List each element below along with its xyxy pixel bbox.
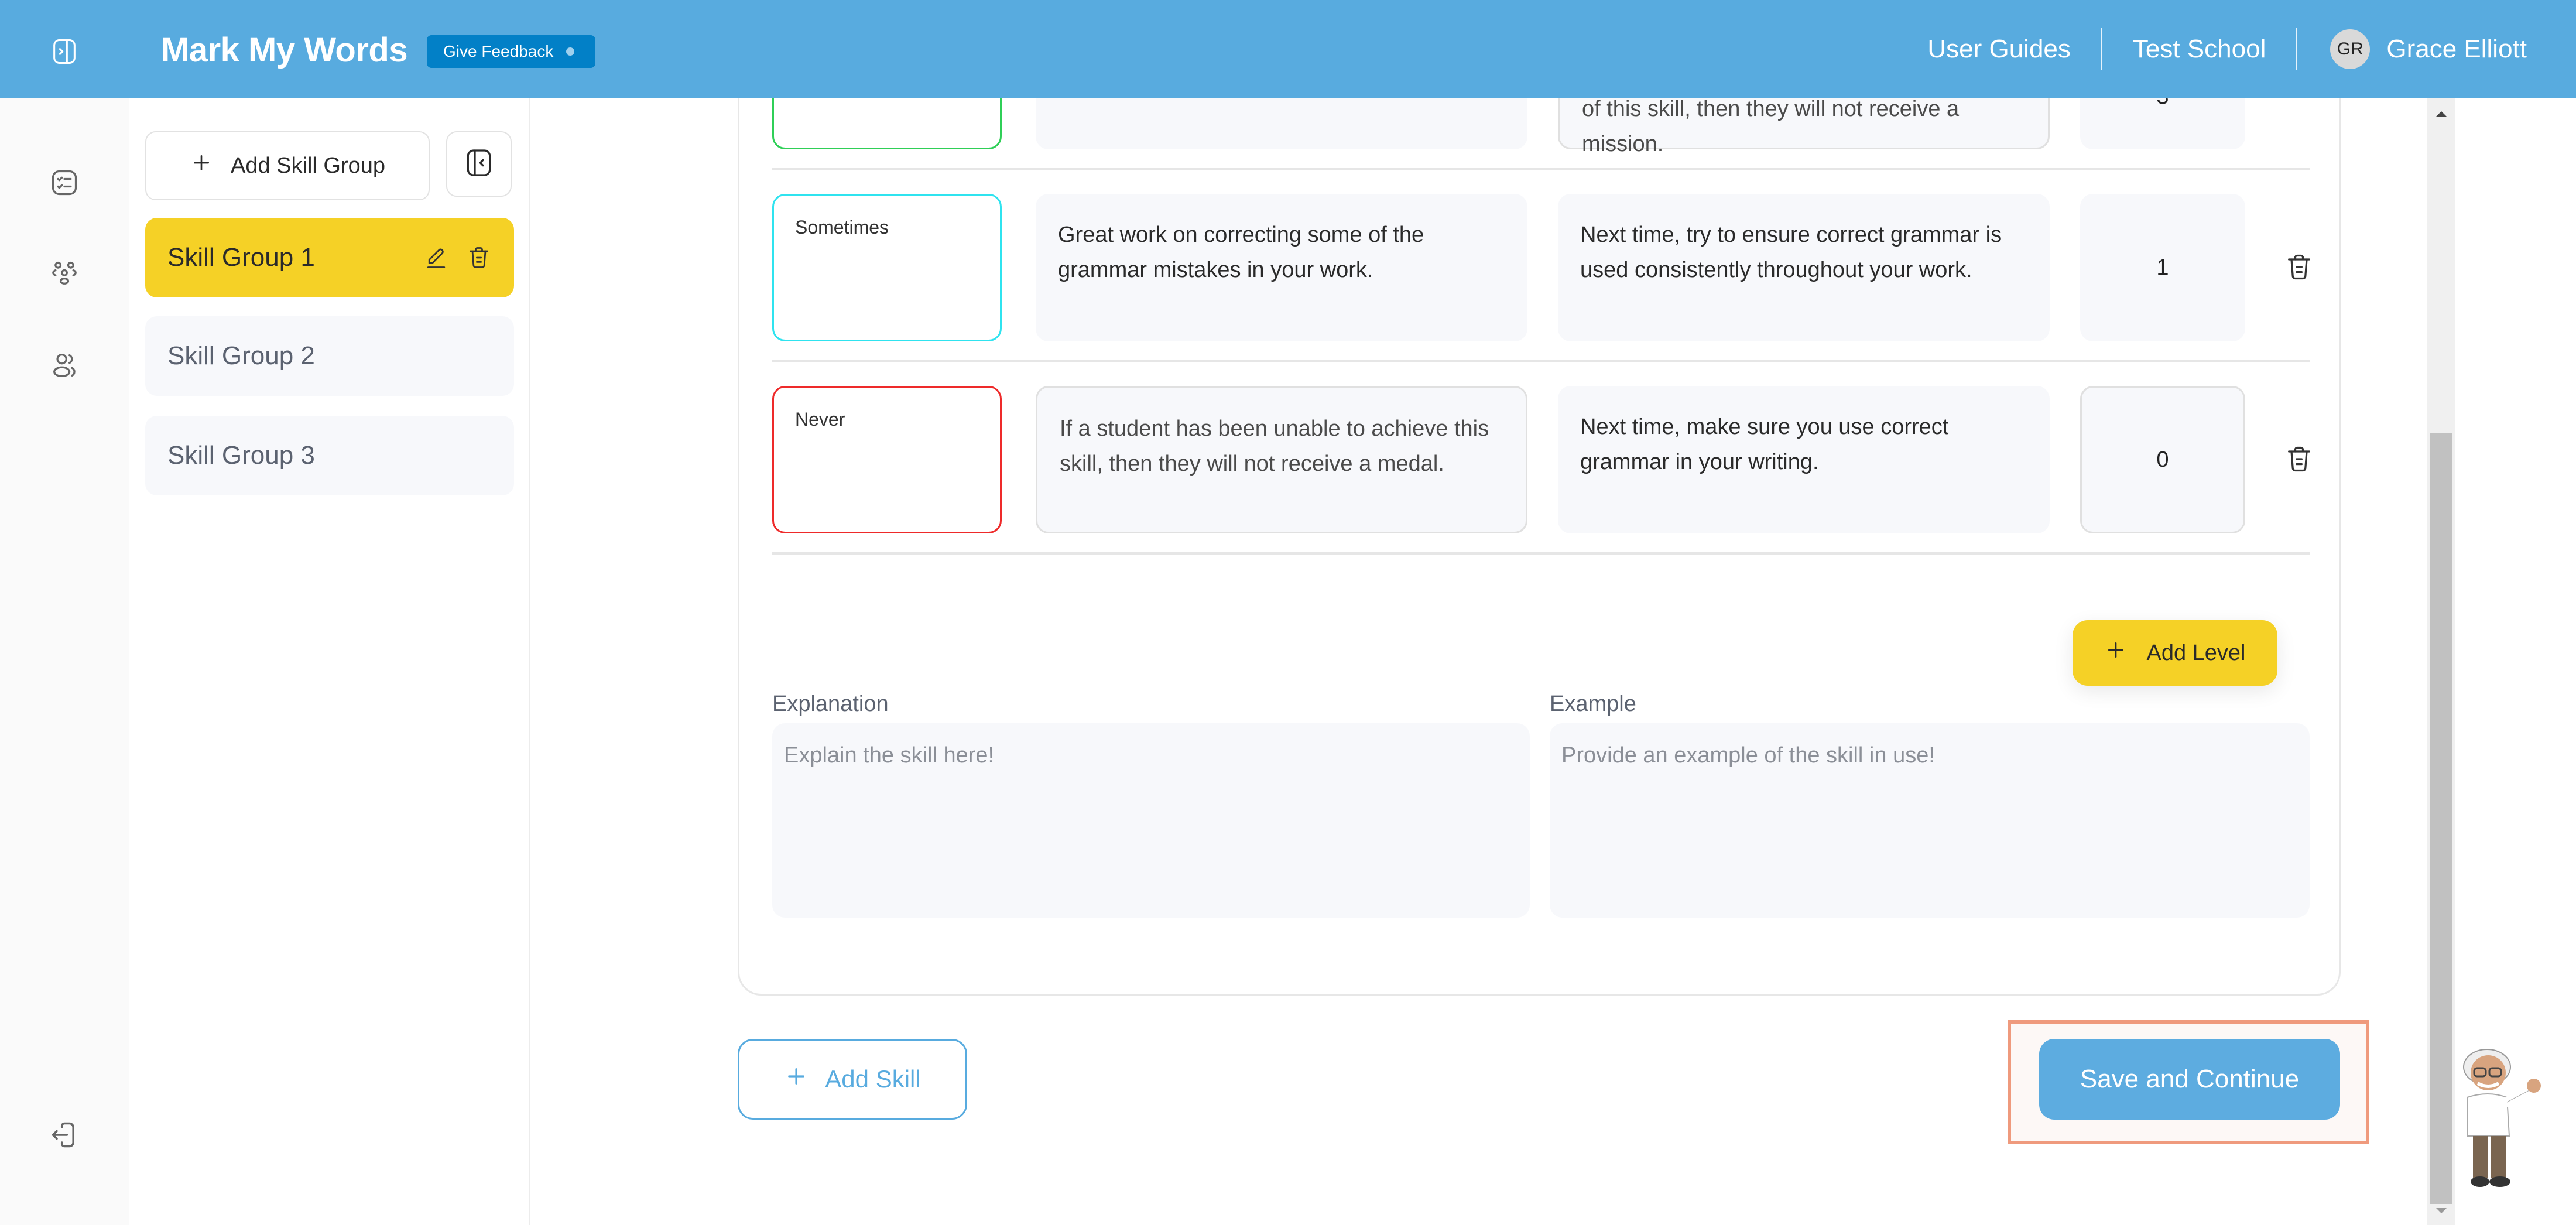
give-feedback-button[interactable]: Give Feedback — [427, 35, 596, 68]
user-name: Grace Elliott — [2386, 35, 2527, 63]
plus-icon — [784, 1064, 809, 1094]
skill-group-label: Skill Group 2 — [167, 341, 315, 370]
level-name-input[interactable] — [772, 98, 1002, 149]
plus-icon — [190, 151, 213, 180]
next-steps-text: of this skill, then they will not receiv… — [1582, 98, 1960, 156]
next-steps-input[interactable]: Next time, try to ensure correct grammar… — [1558, 194, 2050, 341]
level-row: Never If a student has been unable to ac… — [772, 362, 2310, 555]
add-skill-group-label: Add Skill Group — [230, 153, 385, 178]
checklist-icon[interactable] — [49, 167, 80, 198]
points-input[interactable]: 1 — [2080, 194, 2245, 341]
main-content: of this skill, then they will not receiv… — [532, 98, 2427, 1225]
mascot-helper-icon[interactable] — [2441, 1037, 2553, 1195]
user-guides-link[interactable]: User Guides — [1897, 35, 2101, 64]
points-input[interactable]: 0 — [2080, 386, 2245, 533]
add-skill-group-button[interactable]: Add Skill Group — [145, 131, 430, 200]
collapse-panel-button[interactable] — [446, 131, 512, 197]
status-dot-icon — [566, 47, 575, 56]
skill-group-item[interactable]: Skill Group 1 — [145, 218, 514, 297]
explanation-textarea[interactable]: Explain the skill here! — [772, 723, 1530, 918]
skill-card: of this skill, then they will not receiv… — [738, 98, 2341, 996]
plus-icon — [2104, 638, 2128, 668]
edit-icon[interactable] — [424, 245, 450, 271]
icon-rail — [0, 98, 129, 1225]
skill-group-label: Skill Group 1 — [167, 243, 315, 272]
skill-group-item[interactable]: Skill Group 3 — [145, 416, 514, 495]
next-steps-input[interactable]: of this skill, then they will not receiv… — [1558, 98, 2050, 156]
add-level-button[interactable]: Add Level — [2073, 620, 2277, 686]
example-textarea[interactable]: Provide an example of the skill in use! — [1550, 723, 2310, 918]
collapse-panel-icon — [463, 146, 495, 182]
explanation-placeholder: Explain the skill here! — [784, 743, 995, 768]
top-nav: User Guides Test School GR Grace Elliott — [1897, 25, 2527, 74]
user-menu[interactable]: GR Grace Elliott — [2297, 29, 2527, 69]
skill-group-panel: Add Skill Group Skill Group 1 Skill Grou… — [129, 98, 530, 1225]
logout-icon[interactable] — [49, 1120, 80, 1150]
top-bar: Mark My Words Give Feedback User Guides … — [0, 0, 2576, 98]
add-skill-label: Add Skill — [825, 1065, 921, 1093]
achievement-feedback-input[interactable]: If a student has been unable to achieve … — [1036, 386, 1527, 533]
example-placeholder: Provide an example of the skill in use! — [1561, 743, 1935, 768]
school-link[interactable]: Test School — [2102, 35, 2296, 64]
sidebar-toggle-icon[interactable] — [49, 36, 80, 67]
avatar: GR — [2330, 29, 2371, 69]
level-row: Sometimes Great work on correcting some … — [772, 170, 2310, 362]
scroll-up-arrow-icon[interactable] — [2427, 98, 2455, 131]
app-title: Mark My Words — [161, 31, 408, 69]
achievement-feedback-input[interactable]: Great work on correcting some of the gra… — [1036, 194, 1527, 341]
delete-level-icon[interactable] — [2284, 98, 2314, 102]
delete-level-icon[interactable] — [2284, 250, 2314, 284]
points-value: 3 — [2156, 98, 2169, 110]
trash-icon[interactable] — [466, 245, 492, 271]
achievement-feedback-input[interactable] — [1036, 98, 1527, 149]
give-feedback-label: Give Feedback — [443, 42, 554, 60]
points-input[interactable]: 3 — [2080, 98, 2245, 149]
explanation-label: Explanation — [772, 692, 889, 716]
save-and-continue-button[interactable]: Save and Continue — [2039, 1039, 2340, 1120]
delete-level-icon[interactable] — [2284, 442, 2314, 476]
groups-icon[interactable] — [49, 259, 80, 289]
scroll-down-arrow-icon[interactable] — [2427, 1197, 2455, 1225]
level-row: of this skill, then they will not receiv… — [772, 98, 2310, 170]
users-icon[interactable] — [49, 350, 80, 381]
level-name-input[interactable]: Sometimes — [772, 194, 1002, 341]
skill-group-label: Skill Group 3 — [167, 441, 315, 470]
add-level-label: Add Level — [2146, 640, 2246, 665]
add-skill-button[interactable]: Add Skill — [738, 1039, 967, 1120]
level-name-input[interactable]: Never — [772, 386, 1002, 533]
example-label: Example — [1550, 692, 1636, 716]
skill-group-item[interactable]: Skill Group 2 — [145, 316, 514, 396]
next-steps-input[interactable]: Next time, make sure you use correct gra… — [1558, 386, 2050, 533]
